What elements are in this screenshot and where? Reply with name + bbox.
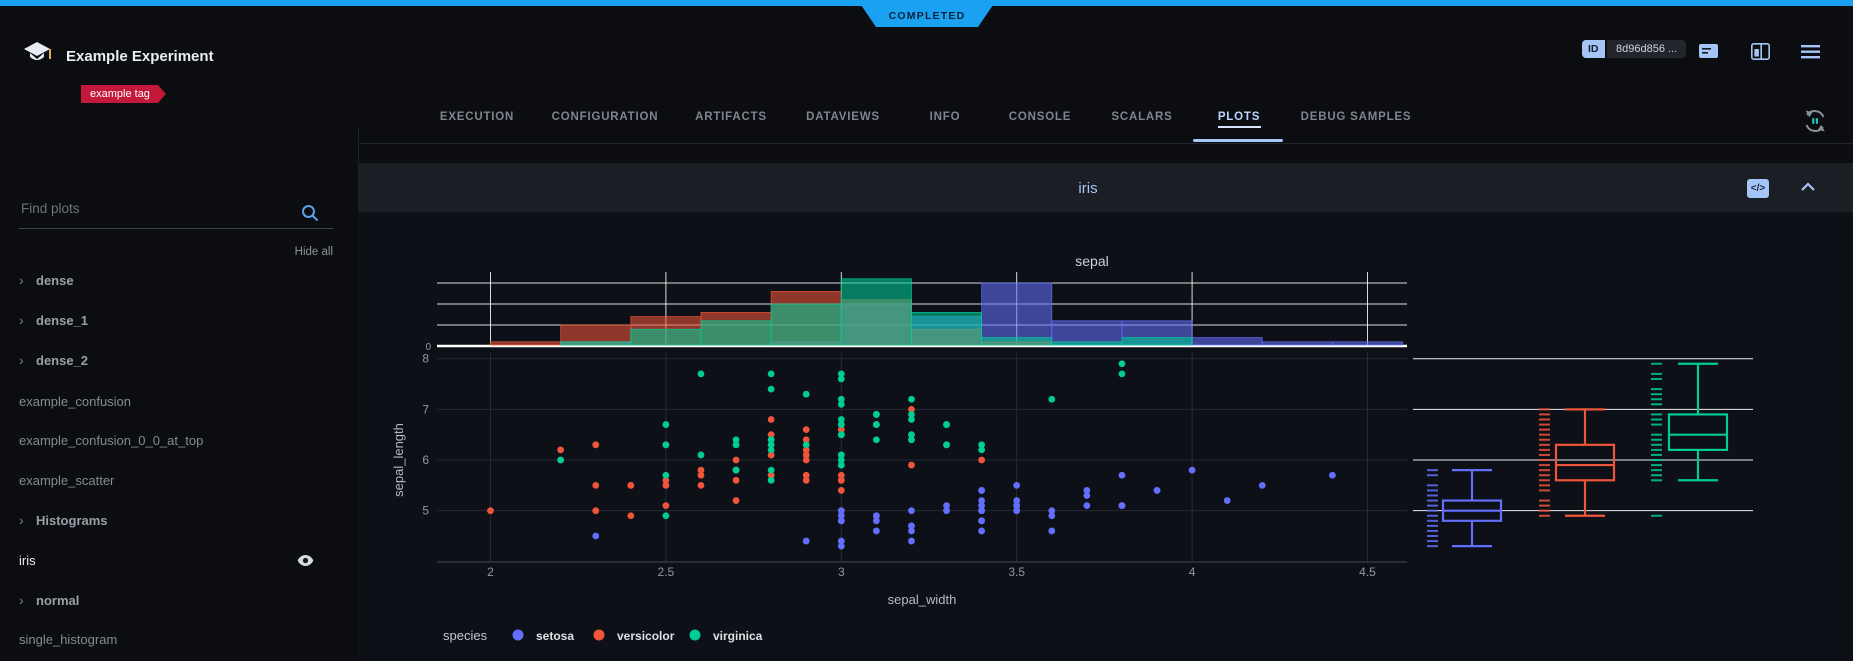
svg-text:sepal_length: sepal_length — [391, 423, 406, 497]
svg-text:virginica: virginica — [713, 629, 763, 643]
svg-text:8: 8 — [422, 352, 429, 366]
svg-text:2.5: 2.5 — [658, 565, 675, 579]
svg-text:5: 5 — [422, 504, 429, 518]
svg-text:0: 0 — [425, 342, 431, 353]
svg-text:setosa: setosa — [536, 629, 574, 643]
svg-text:2: 2 — [487, 565, 494, 579]
iris-sepal-figure[interactable]: 2 2.5 3 3.5 4 4.5 5 6 7 80 sepal sepal_width sepal_l… — [0, 0, 1853, 661]
svg-text:versicolor: versicolor — [617, 629, 675, 643]
svg-text:4.5: 4.5 — [1359, 565, 1376, 579]
svg-text:7: 7 — [422, 402, 429, 416]
experiment-page: COMPLETED Example Experiment example tag… — [0, 0, 1853, 661]
svg-text:4: 4 — [1189, 565, 1196, 579]
svg-text:6: 6 — [422, 453, 429, 467]
svg-text:sepal_width: sepal_width — [888, 592, 957, 607]
svg-text:3: 3 — [838, 565, 845, 579]
svg-text:species: species — [443, 628, 488, 643]
svg-text:3.5: 3.5 — [1008, 565, 1025, 579]
svg-text:sepal: sepal — [1075, 253, 1108, 269]
